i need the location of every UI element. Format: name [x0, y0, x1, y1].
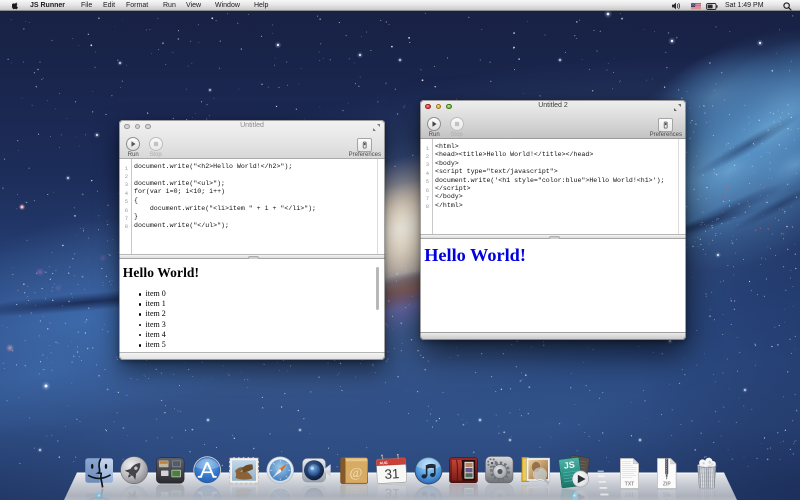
svg-text:AUG: AUG — [379, 461, 387, 465]
svg-text:TXT: TXT — [624, 490, 633, 496]
svg-text:ZIP: ZIP — [663, 481, 671, 487]
svg-text:@: @ — [349, 488, 362, 500]
svg-text:31: 31 — [384, 485, 400, 500]
svg-text:ZIP: ZIP — [663, 490, 671, 496]
svg-text:JS: JS — [563, 459, 575, 470]
svg-text:TXT: TXT — [624, 481, 633, 487]
svg-text:@: @ — [349, 466, 362, 481]
svg-text:31: 31 — [384, 466, 400, 482]
